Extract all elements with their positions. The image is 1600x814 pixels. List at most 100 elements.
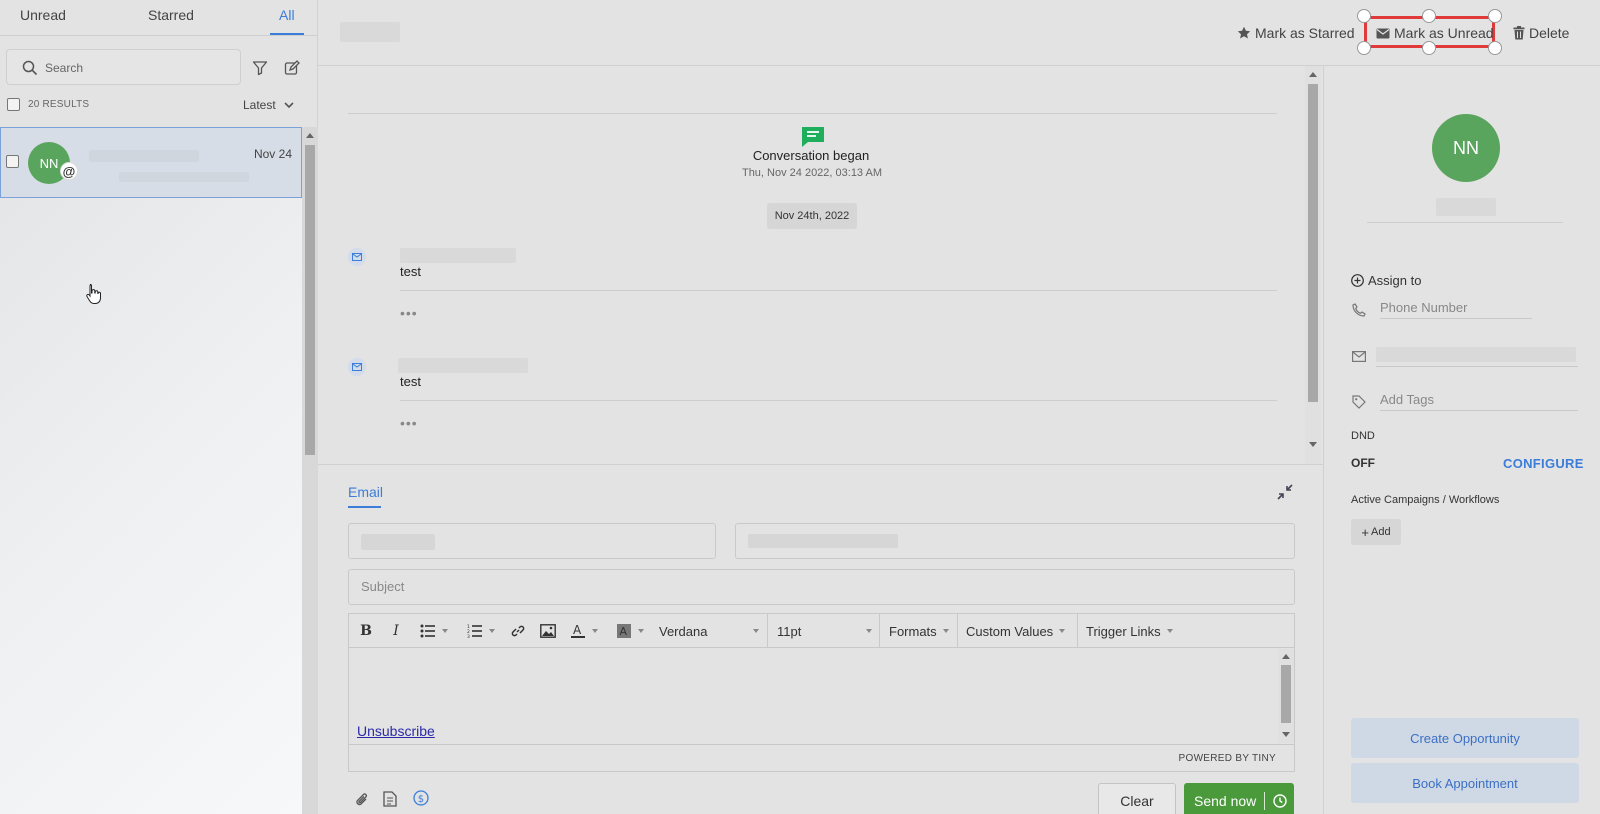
scroll-thumb[interactable] (1281, 665, 1291, 723)
search-icon (22, 60, 38, 76)
chat-bubble-icon (802, 127, 824, 147)
link-icon[interactable] (509, 622, 527, 640)
delete-button[interactable]: Delete (1513, 25, 1569, 41)
resize-handle[interactable] (1488, 9, 1502, 23)
clear-button[interactable]: Clear (1098, 783, 1176, 814)
more-options[interactable]: ••• (400, 415, 418, 431)
conversations-app: Unread Starred All 20 RESULTS Latest (0, 0, 1600, 814)
formats-label: Formats (889, 623, 937, 639)
message-divider (400, 400, 1277, 401)
subject-input[interactable] (361, 579, 1212, 594)
message-text: test (400, 374, 421, 389)
contact-name-redacted (1436, 198, 1496, 216)
font-size-select[interactable]: 11pt (777, 622, 872, 640)
preview-redacted (119, 172, 249, 182)
font-family-select[interactable]: Verdana (659, 622, 759, 640)
search-input[interactable] (45, 58, 230, 78)
add-tags-input[interactable] (1380, 389, 1578, 411)
add-campaign-button[interactable]: + Add (1351, 519, 1401, 545)
from-field[interactable] (348, 523, 716, 559)
filter-tabs: Unread Starred All (0, 0, 318, 36)
payment-icon[interactable]: $ (413, 790, 429, 806)
book-appointment-button[interactable]: Book Appointment (1351, 763, 1579, 803)
delete-label: Delete (1529, 25, 1570, 41)
unsubscribe-link[interactable]: Unsubscribe (357, 723, 435, 739)
collapse-icon[interactable] (1277, 484, 1293, 500)
dnd-value: OFF (1351, 456, 1375, 470)
scroll-down-arrow[interactable] (1309, 442, 1317, 447)
assign-to-button[interactable]: Assign to (1351, 273, 1421, 288)
sort-dropdown[interactable]: Latest (243, 98, 294, 112)
resize-handle[interactable] (1422, 9, 1436, 23)
list-scrollbar[interactable] (302, 127, 318, 814)
bullet-list-icon[interactable] (417, 622, 451, 640)
svg-text:3: 3 (467, 634, 470, 638)
image-icon[interactable] (539, 622, 557, 640)
custom-values-dropdown[interactable]: Custom Values (966, 622, 1066, 640)
message-text: test (400, 264, 421, 279)
phone-icon (1352, 303, 1366, 317)
email-message-icon (348, 248, 366, 266)
contact-divider (1367, 222, 1563, 223)
attachment-icon[interactable] (355, 792, 369, 808)
plus-icon: + (1361, 524, 1369, 540)
email-icon (1352, 351, 1366, 362)
tab-starred[interactable]: Starred (148, 7, 194, 23)
thread-scrollbar[interactable] (1305, 66, 1321, 464)
row-checkbox[interactable] (6, 155, 19, 168)
svg-text:A: A (620, 625, 628, 638)
tag-icon (1352, 395, 1366, 409)
text-color-icon[interactable]: A (567, 622, 601, 640)
email-editor: B I 123 A A Verdana 11pt Formats Custom … (348, 613, 1295, 772)
resize-handle[interactable] (1422, 41, 1436, 55)
editor-scrollbar[interactable] (1278, 649, 1294, 743)
list-item[interactable]: NN @ Nov 24 (0, 127, 302, 198)
scroll-up-arrow[interactable] (1309, 72, 1317, 77)
mark-unread-button[interactable]: Mark as Unread (1376, 25, 1494, 41)
formats-dropdown[interactable]: Formats (889, 622, 949, 640)
active-tab-indicator (348, 506, 381, 508)
resize-handle[interactable] (1488, 41, 1502, 55)
email-field[interactable] (1376, 345, 1578, 367)
trigger-links-dropdown[interactable]: Trigger Links (1086, 622, 1173, 640)
more-options[interactable]: ••• (400, 305, 418, 321)
active-campaigns-label: Active Campaigns / Workflows (1351, 494, 1500, 506)
scroll-thumb[interactable] (305, 145, 315, 455)
subject-field[interactable] (348, 569, 1295, 605)
tab-email[interactable]: Email (348, 484, 383, 500)
contact-name-redacted (89, 150, 199, 162)
scroll-down-arrow[interactable] (1282, 732, 1290, 737)
select-all-checkbox[interactable] (7, 98, 20, 111)
to-field[interactable] (735, 523, 1295, 559)
conversation-list: NN @ Nov 24 (0, 127, 302, 814)
italic-icon[interactable]: I (387, 622, 405, 640)
sender-redacted (400, 248, 516, 263)
mark-starred-label: Mark as Starred (1255, 25, 1355, 41)
filter-icon[interactable] (249, 57, 271, 79)
scroll-thumb[interactable] (1308, 84, 1318, 402)
message-divider (400, 290, 1277, 291)
search-box[interactable] (6, 49, 241, 85)
configure-link[interactable]: CONFIGURE (1503, 456, 1584, 471)
resize-handle[interactable] (1357, 9, 1371, 23)
tab-unread[interactable]: Unread (20, 7, 66, 23)
template-icon[interactable] (383, 791, 397, 807)
phone-number-input[interactable] (1380, 297, 1532, 319)
mark-starred-button[interactable]: Mark as Starred (1237, 25, 1355, 41)
compose-icon[interactable] (281, 57, 303, 79)
svg-text:$: $ (418, 794, 424, 805)
font-family-value: Verdana (659, 623, 708, 639)
bold-icon[interactable]: B (357, 622, 375, 640)
schedule-clock-icon[interactable] (1273, 794, 1287, 808)
conversation-began-title: Conversation began (752, 148, 870, 163)
resize-handle[interactable] (1357, 41, 1371, 55)
numbered-list-icon[interactable]: 123 (464, 622, 498, 640)
tab-all[interactable]: All (279, 7, 295, 23)
send-now-button[interactable]: Send now (1184, 783, 1294, 814)
scroll-up-arrow[interactable] (1282, 654, 1290, 659)
create-opportunity-button[interactable]: Create Opportunity (1351, 718, 1579, 758)
scroll-up-arrow[interactable] (306, 133, 314, 138)
results-count: 20 RESULTS (28, 99, 90, 110)
from-value-redacted (361, 534, 435, 550)
background-color-icon[interactable]: A (613, 622, 647, 640)
